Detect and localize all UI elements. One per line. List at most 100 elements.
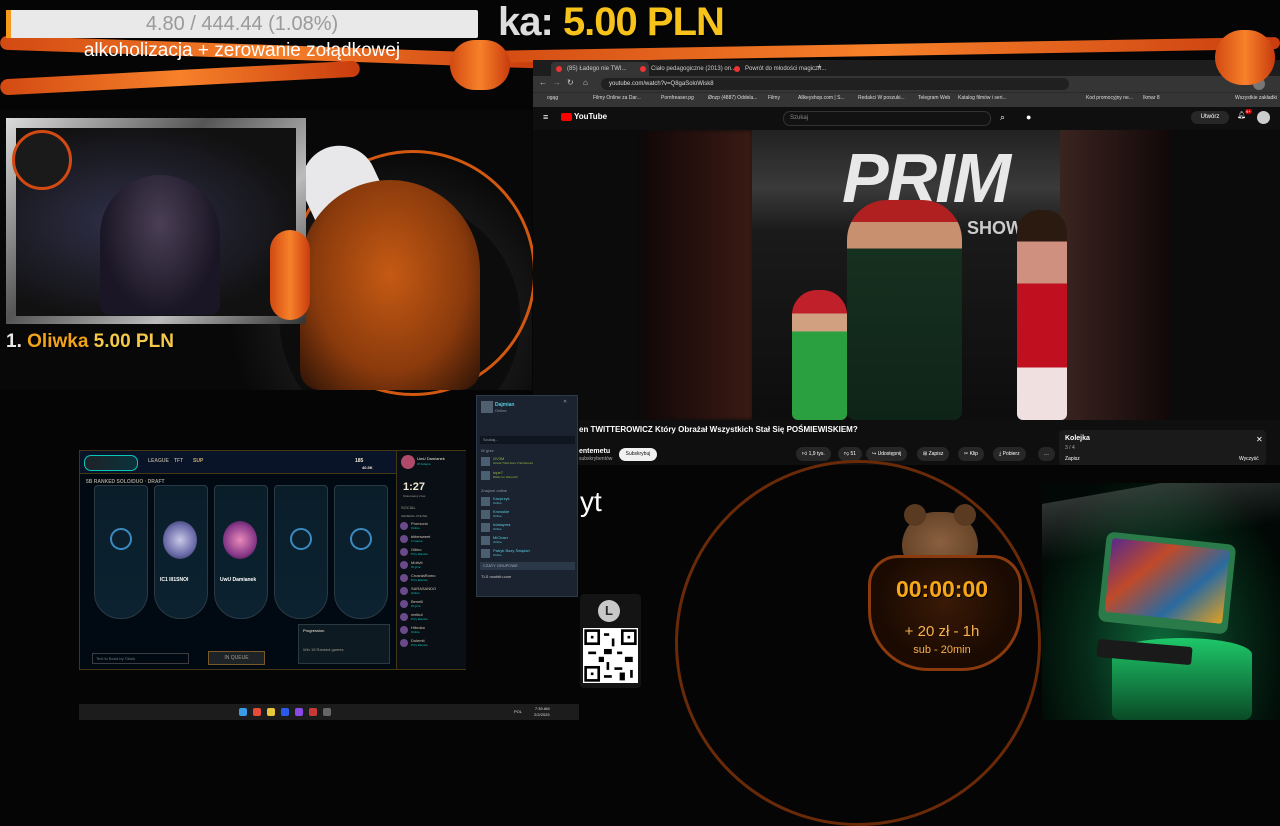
obs-icon[interactable]: [323, 708, 331, 716]
league-icon[interactable]: [309, 708, 317, 716]
clock[interactable]: 7:39 AM 2/2/2025: [534, 706, 550, 718]
like-button[interactable]: 👍︎ 1,9 tys.: [796, 447, 831, 461]
friend-status: Online: [411, 591, 420, 595]
group-chat-item[interactable]: TLS noobifu.com: [481, 574, 511, 579]
lobby-slot-empty[interactable]: [94, 485, 148, 619]
santa-hat-man-figure: [847, 200, 962, 420]
bookmark-item[interactable]: Filmy Online za Dar...: [593, 95, 641, 101]
bookmark-item[interactable]: Kod promocyjny ne...: [1086, 95, 1133, 101]
channel-name[interactable]: entemetu: [579, 448, 610, 455]
friend-status: W grze: [411, 604, 421, 608]
avatar: [400, 613, 408, 621]
progression-mission: Win 15 Ranked games: [303, 647, 344, 652]
notification-badge: 9+: [1245, 109, 1252, 114]
avatar: [481, 549, 490, 558]
more-button[interactable]: …: [1038, 447, 1055, 461]
avatar[interactable]: [481, 401, 493, 413]
friend-list-item[interactable]: GV3M Grand Theft Auto V Enhanced: [481, 456, 571, 468]
friend-list-item[interactable]: Kacprzyk Online: [481, 496, 571, 508]
friend-list-item[interactable]: melkul Przy kliencie: [400, 612, 460, 623]
friend-list-item[interactable]: MiChaer Online: [481, 535, 571, 547]
bookmark-item[interactable]: Ikmar 8: [1143, 95, 1160, 101]
new-tab-button[interactable]: +: [817, 62, 822, 71]
create-button[interactable]: Utwórz: [1191, 111, 1229, 124]
flame-decoration: [1215, 30, 1275, 85]
qr-code[interactable]: [583, 628, 638, 683]
reload-icon[interactable]: ↻: [567, 78, 574, 87]
friend-list-item[interactable]: SARASANDO Online: [400, 586, 460, 597]
bookmark-item[interactable]: Pornfreaser.pg: [661, 95, 694, 101]
goal-progress-text: 4.80 / 444.44 (1.08%): [145, 13, 339, 35]
language-indicator[interactable]: POL: [514, 709, 522, 714]
nav-sup[interactable]: SUP: [193, 458, 203, 464]
chat-message-text: yt: [580, 486, 602, 517]
friend-status: W grze: [411, 565, 421, 569]
online-section: Znajomi online: [481, 488, 508, 493]
lobby-slot-empty[interactable]: [334, 485, 388, 619]
menu-icon[interactable]: ≡: [543, 112, 548, 122]
search-input[interactable]: Szukaj: [783, 111, 991, 126]
friend-list-item[interactable]: Patryk Bazy Świętań Online: [481, 548, 571, 560]
friend-list-item[interactable]: Promocio Online: [400, 521, 460, 532]
share-button[interactable]: ↪ Udostępnij: [866, 447, 908, 461]
friend-list-item[interactable]: Motivit W grze: [400, 560, 460, 571]
avatar: [400, 574, 408, 582]
forward-icon[interactable]: →: [553, 78, 561, 87]
steam-icon[interactable]: [281, 708, 289, 716]
close-icon[interactable]: ✕: [563, 399, 567, 405]
clip-label: Klip: [969, 451, 978, 457]
browser-tab[interactable]: Ciało pedagogiczne (2013) on...: [635, 62, 743, 76]
address-bar[interactable]: youtube.com/watch?v=Q8gaSoloWisk8: [601, 78, 1069, 90]
friend-list-item[interactable]: bittersweet In Game: [400, 534, 460, 545]
friend-list-item[interactable]: hdalayma Online: [481, 522, 571, 534]
nav-tft[interactable]: TFT: [174, 458, 183, 464]
friend-list-item[interactable]: Dolemit Przy kliencie: [400, 638, 460, 649]
nav-league[interactable]: LEAGUE: [148, 458, 169, 464]
video-player[interactable]: PRIM SHOW M: [533, 130, 1280, 420]
friend-list-item[interactable]: Krowskie Online: [481, 509, 571, 521]
download-button[interactable]: ⤓ Pobierz: [993, 447, 1026, 461]
clip-button[interactable]: ✂ Klip: [958, 447, 984, 461]
play-button[interactable]: [84, 455, 138, 471]
in-queue-button[interactable]: IN QUEUE: [208, 651, 265, 665]
friend-list-item[interactable]: Gitino Przy kliencie: [400, 547, 460, 558]
friend-list-item[interactable]: Hibroka Online: [400, 625, 460, 636]
home-icon[interactable]: ⌂: [583, 78, 588, 87]
close-icon[interactable]: ✕: [1256, 435, 1263, 444]
group-chats-header[interactable]: CZATY GRUPOWE: [480, 562, 575, 570]
save-button[interactable]: ⊞ Zapisz: [917, 447, 950, 461]
microphone-icon[interactable]: ●: [1026, 112, 1031, 122]
avatar: [481, 536, 490, 545]
top-donor: 1. Oliwka 5.00 PLN: [6, 331, 174, 353]
donation-amount: 5.00 PLN: [562, 0, 725, 44]
discord-icon[interactable]: [295, 708, 303, 716]
bookmark-item[interactable]: ogąg: [547, 95, 558, 101]
friend-list-item[interactable]: Benelli W grze: [400, 599, 460, 610]
bookmark-item[interactable]: Allkeyshop.com | S...: [798, 95, 845, 101]
bookmark-item[interactable]: Katalog filmów i seri...: [958, 95, 1007, 101]
browser-tab[interactable]: Powrót do młodości magiczn...: [729, 62, 831, 76]
bookmark-item[interactable]: Wszystkie zakładki: [1235, 95, 1277, 101]
bookmark-item[interactable]: Telegram Web: [918, 95, 950, 101]
search-input[interactable]: Szukaj...: [480, 436, 575, 444]
friend-list-item[interactable]: tope7 Battle for Wesnoth: [481, 470, 571, 482]
youtube-logo[interactable]: YouTube: [561, 112, 607, 121]
chat-input[interactable]: Text to Bond by Tiktok: [92, 653, 189, 664]
subscribe-button[interactable]: Subskrybuj: [619, 448, 657, 461]
queue-save-button[interactable]: Zapisz: [1065, 456, 1080, 462]
explorer-icon[interactable]: [267, 708, 275, 716]
bookmark-item[interactable]: Ønzp (4887) Oddela...: [708, 95, 757, 101]
avatar[interactable]: [1257, 111, 1270, 124]
steam-friends-window: Dajmian Online ✕ Szukaj... W grze Znajom…: [476, 395, 578, 597]
start-icon[interactable]: [239, 708, 247, 716]
search-icon[interactable]: ⌕: [1000, 112, 1005, 123]
bookmark-item[interactable]: Filmy: [768, 95, 780, 101]
queue-clear-button[interactable]: Wyczyść: [1239, 456, 1259, 462]
back-icon[interactable]: ←: [539, 78, 547, 87]
friend-list-item[interactable]: CrusniaRomo Przy kliencie: [400, 573, 460, 584]
chrome-icon[interactable]: [253, 708, 261, 716]
dislike-button[interactable]: 👎︎ 51: [838, 447, 863, 461]
lobby-slot-empty[interactable]: [274, 485, 328, 619]
avatar[interactable]: [401, 455, 415, 469]
bookmark-item[interactable]: Redakci W poszuki...: [858, 95, 905, 101]
